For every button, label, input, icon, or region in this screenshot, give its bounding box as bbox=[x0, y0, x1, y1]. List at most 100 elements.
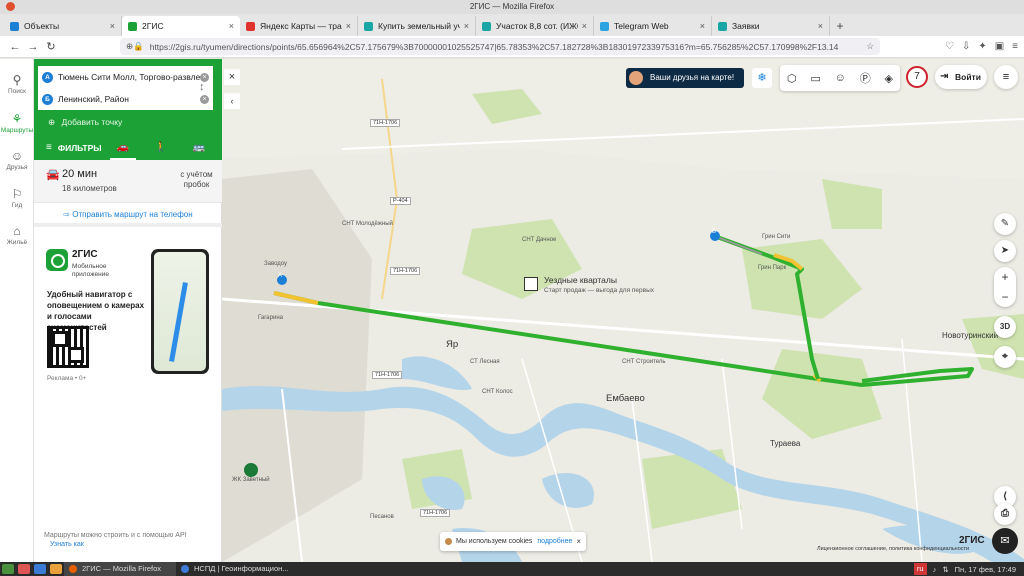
point-b-text[interactable]: Ленинский, Район bbox=[58, 94, 200, 104]
swap-points-icon[interactable]: ↕ bbox=[199, 81, 205, 93]
close-tab-icon[interactable]: × bbox=[464, 21, 469, 31]
chat-icon[interactable]: ✉ bbox=[992, 528, 1018, 554]
network-icon[interactable]: ⇅ bbox=[942, 565, 948, 574]
point-a-field[interactable]: A Тюмень Сити Молл, Торгово-развле × bbox=[38, 66, 213, 88]
pocket-icon[interactable]: ♡ bbox=[945, 41, 954, 52]
cookie-more-link[interactable]: подробнее bbox=[537, 538, 572, 545]
firefox-icon bbox=[69, 565, 77, 573]
ruler-icon[interactable]: ✎ bbox=[994, 213, 1016, 235]
os-taskbar: 2ГИС — Mozilla Firefox НСПД | Геоинформа… bbox=[0, 562, 1024, 576]
screenshot-icon[interactable]: ▣ bbox=[995, 41, 1004, 52]
lock-icon[interactable]: 🔒 bbox=[133, 41, 144, 52]
map-label-zavodoukovsk: Заводоу bbox=[264, 261, 288, 267]
app-menu-icon[interactable]: ≡ bbox=[1012, 41, 1018, 52]
close-tab-icon[interactable]: × bbox=[818, 21, 823, 31]
forward-icon[interactable]: → bbox=[24, 41, 42, 53]
clock[interactable]: Пн, 17 фев, 17:49 bbox=[955, 565, 1016, 574]
taskbar-task-firefox[interactable]: 2ГИС — Mozilla Firefox bbox=[64, 562, 176, 576]
transport-icon[interactable]: ▭ bbox=[810, 72, 820, 85]
route-time: 20 мин bbox=[62, 168, 98, 180]
folder-icon[interactable] bbox=[50, 564, 62, 574]
send-route-link[interactable]: ⇨ Отправить маршрут на телефон bbox=[34, 203, 222, 227]
close-panel-icon[interactable]: × bbox=[224, 69, 240, 85]
road-sign: Р-404 bbox=[390, 197, 411, 205]
map-canvas[interactable]: A Б Яр Ембаево Тураева Новотуринский Гаг… bbox=[222, 59, 1024, 562]
collapse-panel-icon[interactable]: ‹ bbox=[224, 93, 240, 109]
close-tab-icon[interactable]: × bbox=[700, 21, 705, 31]
url-bar[interactable]: ⊕ 🔒 https://2gis.ru/tyumen/directions/po… bbox=[120, 38, 880, 55]
promo-icon[interactable] bbox=[524, 277, 538, 291]
weather-badge[interactable]: 7 bbox=[906, 66, 928, 88]
rail-item-friends[interactable]: ☺ Друзья bbox=[0, 149, 34, 171]
rail-item-guide[interactable]: ⚐ Гид bbox=[0, 187, 34, 209]
close-cookie-icon[interactable]: × bbox=[576, 532, 581, 551]
layers-icon[interactable]: ◈ bbox=[885, 72, 893, 85]
ad-label: Реклама • 0+ bbox=[47, 375, 87, 382]
start-menu-icon[interactable] bbox=[2, 564, 14, 574]
browser-tab[interactable]: Telegram Web × bbox=[594, 16, 712, 36]
friends-banner[interactable]: Ваши друзья на карте! bbox=[626, 68, 744, 88]
keyboard-layout[interactable]: ru bbox=[913, 563, 927, 575]
browser-tab[interactable]: Купить земельный участо × bbox=[358, 16, 476, 36]
app-ad-banner[interactable]: 2ГИС Мобильное приложение Удобный навига… bbox=[34, 239, 222, 389]
api-link[interactable]: Узнать как bbox=[50, 541, 84, 548]
new-tab-button[interactable]: + bbox=[830, 16, 850, 36]
filter-icon: ≡ bbox=[46, 142, 52, 153]
url-text[interactable]: https://2gis.ru/tyumen/directions/points… bbox=[150, 42, 867, 52]
bookmark-star-icon[interactable]: ☆ bbox=[866, 41, 874, 52]
browser-tab[interactable]: Заявки × bbox=[712, 16, 830, 36]
downloads-icon[interactable]: ⇩ bbox=[962, 41, 970, 52]
browser-icon[interactable] bbox=[34, 564, 46, 574]
browser-tab[interactable]: Объекты × bbox=[4, 16, 122, 36]
reload-icon[interactable]: ↻ bbox=[42, 40, 60, 53]
locate-icon[interactable]: ➤ bbox=[994, 240, 1016, 262]
road-sign: 71Н-1706 bbox=[370, 119, 401, 127]
promo-subtitle[interactable]: Старт продаж — выгода для первых bbox=[544, 287, 654, 294]
point-a-text[interactable]: Тюмень Сити Молл, Торгово-развле bbox=[58, 72, 200, 82]
browser-tab[interactable]: Участок 8,8 сот. (ИЖС) на × bbox=[476, 16, 594, 36]
files-icon[interactable] bbox=[18, 564, 30, 574]
3d-button[interactable]: 3D bbox=[994, 316, 1016, 338]
ad-subtitle: Мобильное приложение bbox=[72, 263, 109, 278]
close-tab-icon[interactable]: × bbox=[346, 21, 351, 31]
map-menu-icon[interactable]: ≡ bbox=[994, 65, 1018, 89]
zoom-in-button[interactable]: + bbox=[994, 267, 1016, 287]
taskbar-task-nspd[interactable]: НСПД | Геоинформацион... bbox=[176, 562, 288, 576]
extensions-icon[interactable]: ✦ bbox=[978, 41, 986, 52]
mode-walk-tab[interactable]: 🚶 bbox=[142, 135, 180, 160]
browser-tab[interactable]: 2ГИС × bbox=[122, 16, 240, 36]
login-button[interactable]: ⇥ Войти bbox=[935, 65, 987, 89]
filters-button[interactable]: ≡ ФИЛЬТРЫ bbox=[34, 142, 104, 153]
close-tab-icon[interactable]: × bbox=[229, 21, 234, 31]
volume-icon[interactable]: ♪ bbox=[933, 565, 937, 574]
map-label-zhk[interactable]: ЖК Заветный bbox=[232, 477, 270, 483]
road-sign: 71Н-1706 bbox=[372, 371, 403, 379]
friends-layer-icon[interactable]: ☺ bbox=[835, 72, 846, 84]
mode-bus-tab[interactable]: 🚌 bbox=[180, 135, 218, 160]
site-info-icon[interactable]: ⊕ bbox=[126, 41, 133, 52]
copyright[interactable]: Лицензионное соглашение, политика конфид… bbox=[817, 546, 969, 552]
rail-item-routes[interactable]: ⚘ Маршруты bbox=[0, 112, 34, 134]
street-view-icon[interactable]: ⌖ bbox=[994, 346, 1016, 368]
traffic-icon[interactable]: ⬡ bbox=[787, 72, 797, 85]
browser-tab[interactable]: Яндекс Карты — транспор × bbox=[240, 16, 358, 36]
close-window-icon[interactable] bbox=[6, 2, 15, 11]
snowflake-icon[interactable]: ❄ bbox=[752, 68, 772, 88]
promo-title[interactable]: Уездные кварталы bbox=[544, 275, 617, 285]
tab-favicon-icon bbox=[482, 21, 491, 31]
point-b-field[interactable]: Б Ленинский, Район × bbox=[38, 88, 213, 110]
tab-favicon-icon bbox=[10, 21, 19, 31]
back-icon[interactable]: ← bbox=[6, 41, 24, 53]
add-point-button[interactable]: ⊕ Добавить точку bbox=[48, 117, 122, 128]
close-tab-icon[interactable]: × bbox=[110, 21, 115, 31]
route-result-card[interactable]: 🚘 20 мин 18 километров с учётом пробок bbox=[34, 160, 222, 203]
rail-item-housing[interactable]: ⌂ Жильё bbox=[0, 224, 34, 246]
rail-label: Гид bbox=[11, 202, 23, 209]
rail-item-search[interactable]: ⚲ Поиск bbox=[0, 73, 34, 95]
print-icon[interactable]: ⎙ bbox=[994, 503, 1016, 525]
mode-car-tab[interactable]: 🚗 bbox=[104, 135, 142, 160]
parking-icon[interactable]: Ⓟ bbox=[860, 70, 871, 86]
close-tab-icon[interactable]: × bbox=[582, 21, 587, 31]
clear-point-b-icon[interactable]: × bbox=[200, 94, 209, 104]
zoom-out-button[interactable]: − bbox=[994, 287, 1016, 307]
